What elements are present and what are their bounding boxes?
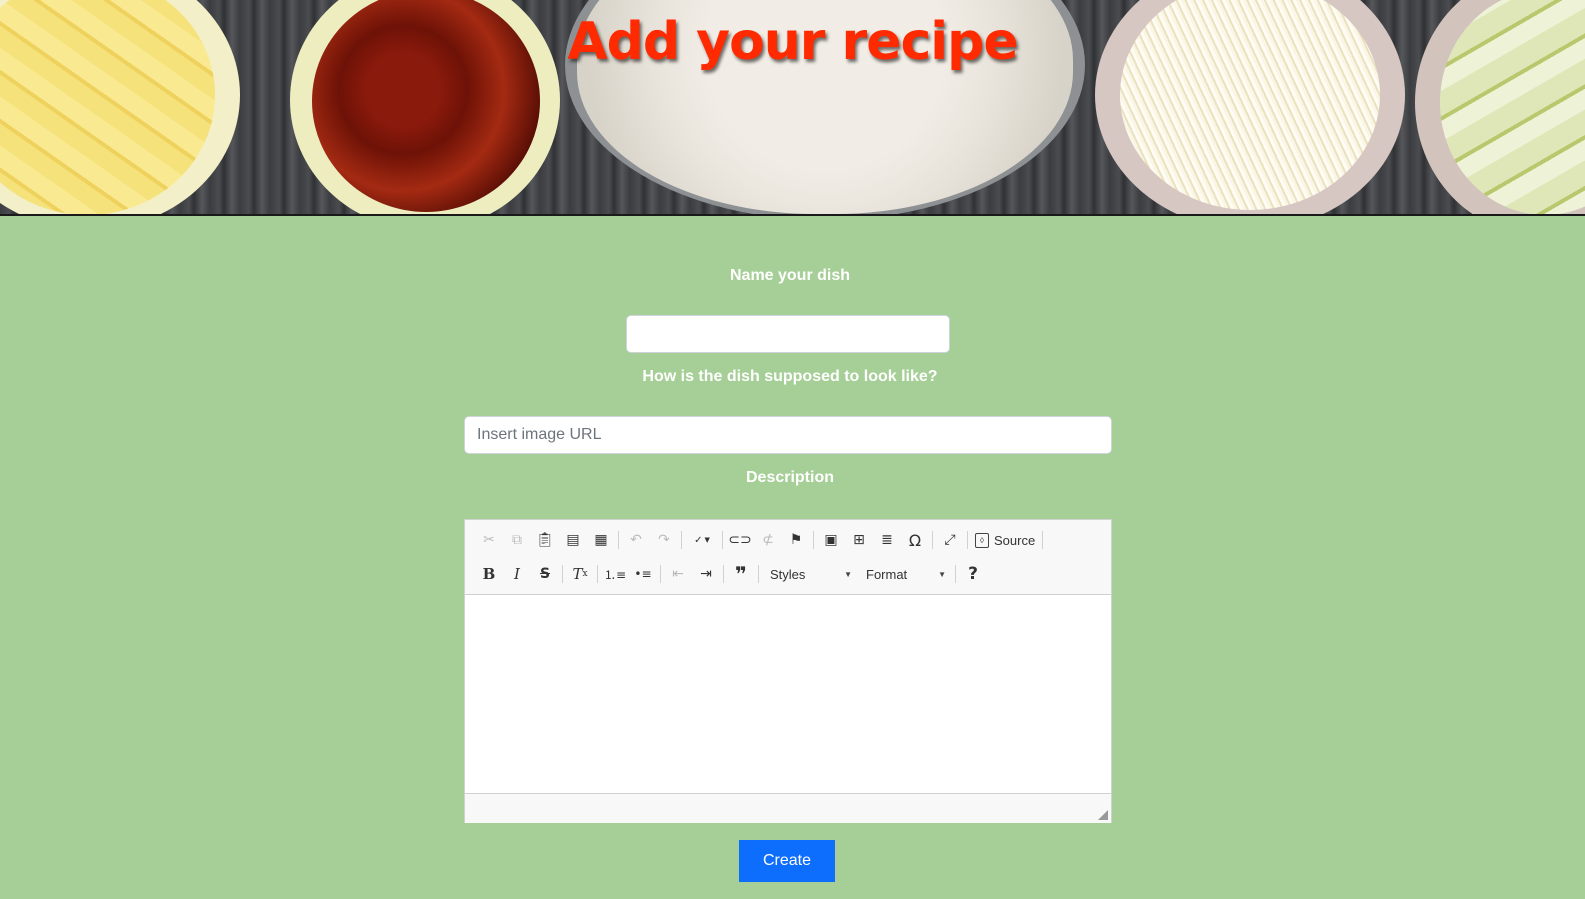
- source-button[interactable]: ◊ Source: [971, 527, 1039, 553]
- toolbar-separator: [813, 531, 814, 549]
- editor-toolbar-row-1: ✂ ⧉ 📋︎ ▤ ▦ ↶ ↷ ✓ ▼ ⊂⊃ ⊄ ⚑ ▣ ⊞ ≣ Ω ⤢ ◊ Sou…: [475, 526, 1046, 554]
- dish-name-label: Name your dish: [729, 267, 851, 284]
- bold-icon[interactable]: B: [475, 561, 503, 587]
- editor-toolbar-row-2: B I S Tx ⒈≡ •≡ ⇤ ⇥ ❞ Styles ▼ Format ▼ ?: [475, 560, 987, 588]
- outdent-icon[interactable]: ⇤: [664, 561, 692, 587]
- copy-icon[interactable]: ⧉: [503, 527, 531, 553]
- toolbar-separator: [967, 531, 968, 549]
- toolbar-separator: [618, 531, 619, 549]
- horizontal-line-icon[interactable]: ≣: [873, 527, 901, 553]
- cut-icon[interactable]: ✂: [475, 527, 503, 553]
- remove-format-icon[interactable]: Tx: [566, 561, 594, 587]
- indent-icon[interactable]: ⇥: [692, 561, 720, 587]
- special-char-icon[interactable]: Ω: [901, 527, 929, 553]
- toolbar-separator: [681, 531, 682, 549]
- editor-status-bar: [465, 793, 1111, 823]
- toolbar-separator: [932, 531, 933, 549]
- image-url-label: How is the dish supposed to look like?: [642, 368, 938, 385]
- styles-dropdown[interactable]: Styles ▼: [762, 561, 858, 587]
- toolbar-separator: [955, 565, 956, 583]
- blockquote-icon[interactable]: ❞: [727, 561, 755, 587]
- table-icon[interactable]: ⊞: [845, 527, 873, 553]
- unlink-icon[interactable]: ⊄: [754, 527, 782, 553]
- numbered-list-icon[interactable]: ⒈≡: [601, 561, 629, 587]
- paste-from-word-icon[interactable]: ▦: [587, 527, 615, 553]
- strikethrough-icon[interactable]: S: [531, 561, 559, 587]
- toolbar-separator: [758, 565, 759, 583]
- toolbar-separator: [1042, 531, 1044, 549]
- help-icon[interactable]: ?: [959, 561, 987, 587]
- link-icon[interactable]: ⊂⊃: [726, 527, 754, 553]
- description-rich-text-editor: ✂ ⧉ 📋︎ ▤ ▦ ↶ ↷ ✓ ▼ ⊂⊃ ⊄ ⚑ ▣ ⊞ ≣ Ω ⤢ ◊ Sou…: [464, 519, 1112, 823]
- styles-dropdown-label: Styles: [770, 566, 806, 582]
- bulleted-list-icon[interactable]: •≡: [629, 561, 657, 587]
- toolbar-separator: [562, 565, 563, 583]
- toolbar-separator: [597, 565, 598, 583]
- create-button[interactable]: Create: [739, 840, 835, 882]
- toolbar-separator: [722, 531, 723, 549]
- chevron-down-icon: ▼: [844, 569, 852, 579]
- redo-icon[interactable]: ↷: [650, 527, 678, 553]
- paste-icon[interactable]: 📋︎: [531, 527, 559, 553]
- italic-icon[interactable]: I: [503, 561, 531, 587]
- chevron-down-icon: ▼: [938, 569, 946, 579]
- image-url-input[interactable]: [464, 416, 1112, 454]
- paste-text-icon[interactable]: ▤: [559, 527, 587, 553]
- format-dropdown-label: Format: [866, 566, 908, 582]
- source-label: Source: [994, 532, 1036, 548]
- toolbar-separator: [723, 565, 724, 583]
- resize-handle-icon[interactable]: [1098, 810, 1108, 820]
- dish-name-input[interactable]: [626, 315, 950, 353]
- editor-content-area[interactable]: [465, 595, 1111, 793]
- maximize-icon[interactable]: ⤢: [936, 527, 964, 553]
- anchor-icon[interactable]: ⚑: [782, 527, 810, 553]
- toolbar-separator: [660, 565, 661, 583]
- undo-icon[interactable]: ↶: [622, 527, 650, 553]
- format-dropdown[interactable]: Format ▼: [858, 561, 952, 587]
- image-icon[interactable]: ▣: [817, 527, 845, 553]
- editor-toolbar: ✂ ⧉ 📋︎ ▤ ▦ ↶ ↷ ✓ ▼ ⊂⊃ ⊄ ⚑ ▣ ⊞ ≣ Ω ⤢ ◊ Sou…: [465, 520, 1111, 595]
- page-title: Add your recipe: [567, 12, 1018, 72]
- header-banner: Add your recipe: [0, 0, 1585, 216]
- spellcheck-icon[interactable]: ✓ ▼: [685, 527, 719, 553]
- description-label: Description: [745, 469, 834, 486]
- source-icon: ◊: [975, 532, 989, 548]
